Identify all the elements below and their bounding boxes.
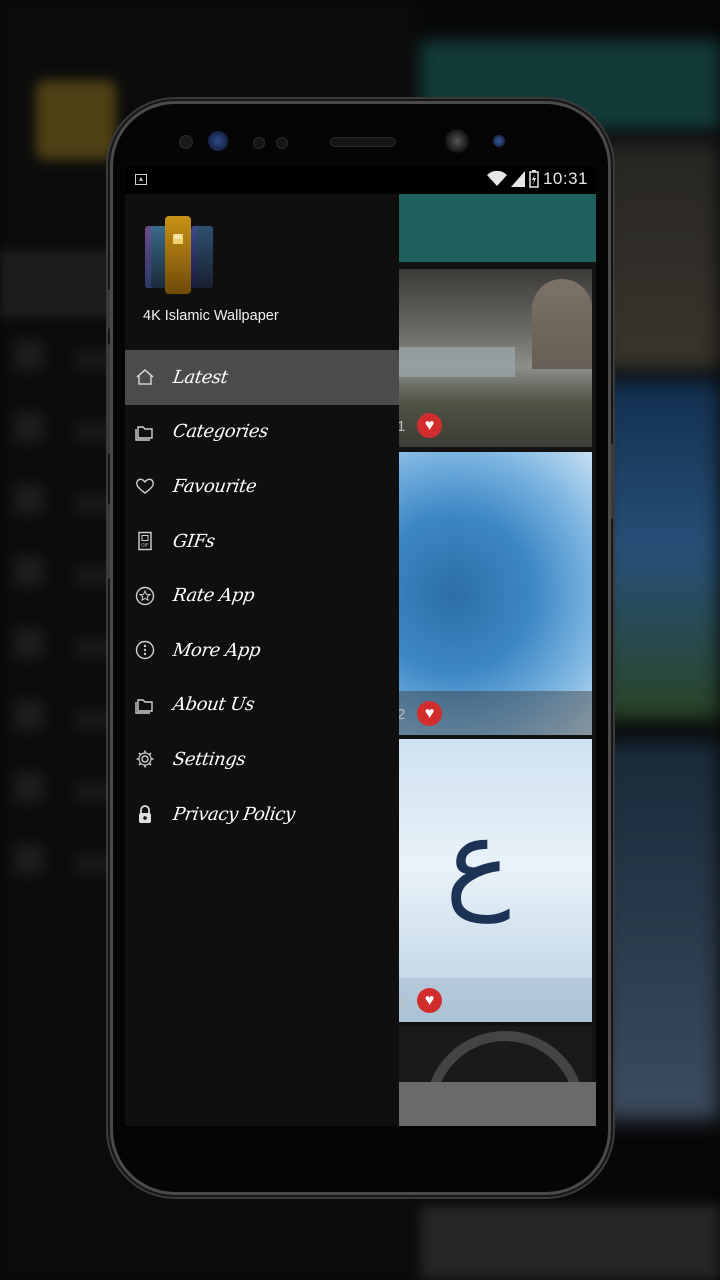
home-icon xyxy=(135,367,155,387)
gear-icon xyxy=(135,749,155,769)
iris-led-icon xyxy=(493,135,505,147)
menu-label: Rate App xyxy=(171,585,256,607)
menu-label: GIFs xyxy=(171,530,217,552)
river-image xyxy=(395,347,515,377)
favourite-heart-icon[interactable]: ♥ xyxy=(417,988,442,1013)
sensor-icon xyxy=(276,137,288,149)
app-logo: 4K xyxy=(145,216,213,294)
menu-item-gifs[interactable]: GIF GIFs xyxy=(125,514,399,569)
menu-label: Privacy Policy xyxy=(171,803,297,825)
menu-item-latest[interactable]: Latest xyxy=(125,350,399,405)
navigation-drawer: 4K 4K Islamic Wallpaper Latest Categorie… xyxy=(125,194,399,1126)
card-footer: 1 ♥ xyxy=(395,403,592,447)
logo-panel xyxy=(197,226,213,288)
menu-label: Latest xyxy=(171,366,230,388)
menu-item-settings[interactable]: Settings xyxy=(125,732,399,787)
phone-frame: ▴ 10:31 1 ♥ 2 ♥ ع 3 ♥ 4K 4K Islamic Wall… xyxy=(106,104,615,1192)
earpiece-speaker xyxy=(330,137,396,147)
favourite-heart-icon[interactable]: ♥ xyxy=(417,413,442,438)
folder-icon xyxy=(135,422,155,442)
heart-icon xyxy=(135,476,155,496)
svg-text:GIF: GIF xyxy=(141,543,149,549)
menu-item-rate-app[interactable]: Rate App xyxy=(125,568,399,623)
wallpaper-card[interactable]: ع 3 ♥ xyxy=(395,739,592,1022)
menu-label: More App xyxy=(171,639,262,661)
menu-item-favourite[interactable]: Favourite xyxy=(125,459,399,514)
menu-label: Settings xyxy=(171,748,247,770)
bottom-bar xyxy=(395,1082,596,1126)
side-button xyxy=(106,504,110,579)
battery-icon xyxy=(529,170,539,188)
logo-badge: 4K xyxy=(173,234,183,244)
status-bar: ▴ 10:31 xyxy=(125,166,596,194)
lock-icon xyxy=(135,804,155,824)
menu-label: Categories xyxy=(171,421,270,443)
wallpaper-image xyxy=(425,1031,585,1086)
calligraphy-image: ع xyxy=(445,795,511,923)
more-icon xyxy=(135,640,155,660)
menu-item-categories[interactable]: Categories xyxy=(125,405,399,460)
wifi-icon xyxy=(486,171,507,186)
bixby-button xyxy=(106,289,110,329)
front-camera-icon xyxy=(445,129,469,153)
volume-button xyxy=(106,344,110,454)
star-icon xyxy=(135,586,155,606)
drawer-menu: Latest Categories Favourite GIF GIFs Rat… xyxy=(125,350,399,841)
gif-icon: GIF xyxy=(135,531,155,551)
menu-label: About Us xyxy=(171,694,256,716)
folder-icon xyxy=(135,695,155,715)
card-footer: 2 ♥ xyxy=(395,691,592,735)
wallpaper-card[interactable]: 2 ♥ xyxy=(395,452,592,735)
logo-main-panel: 4K xyxy=(165,216,191,294)
card-footer: 3 ♥ xyxy=(395,978,592,1022)
menu-item-about-us[interactable]: About Us xyxy=(125,678,399,733)
drawer-header: 4K 4K Islamic Wallpaper xyxy=(125,194,399,350)
app-name: 4K Islamic Wallpaper xyxy=(143,308,279,324)
clock: 10:31 xyxy=(542,169,588,188)
wallpaper-card[interactable]: 1 ♥ xyxy=(395,269,592,447)
menu-item-privacy-policy[interactable]: Privacy Policy xyxy=(125,787,399,842)
mosque-image xyxy=(532,279,592,369)
favourite-heart-icon[interactable]: ♥ xyxy=(417,701,442,726)
sensor-icon xyxy=(253,137,265,149)
signal-icon xyxy=(510,171,525,187)
phone-screen: ▴ 10:31 1 ♥ 2 ♥ ع 3 ♥ 4K 4K Islamic Wall… xyxy=(125,166,596,1126)
wallpaper-card[interactable] xyxy=(395,1026,592,1086)
power-button xyxy=(611,444,615,519)
image-notification-icon: ▴ xyxy=(135,174,147,185)
iris-camera-icon xyxy=(208,131,228,151)
proximity-sensor-icon xyxy=(179,135,193,149)
status-icons: 10:31 xyxy=(486,169,588,189)
menu-item-more-app[interactable]: More App xyxy=(125,623,399,678)
menu-label: Favourite xyxy=(171,475,258,497)
